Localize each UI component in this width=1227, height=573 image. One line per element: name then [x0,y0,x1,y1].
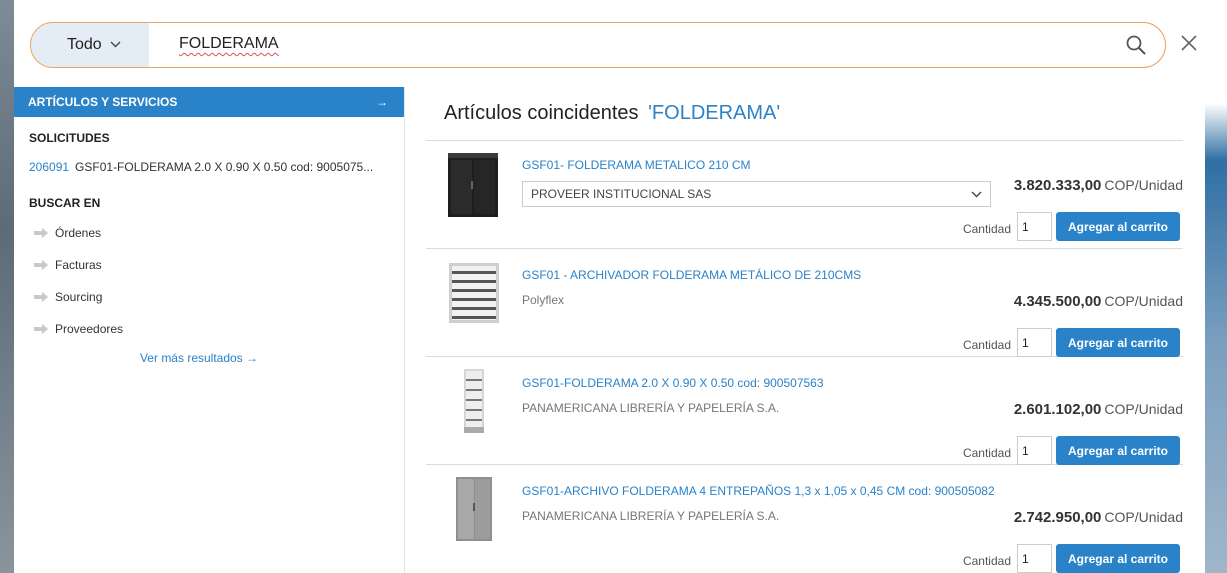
supplier-name: PANAMERICANA LIBRERÍA Y PAPELERÍA S.A. [522,509,780,523]
supplier-name: PANAMERICANA LIBRERÍA Y PAPELERÍA S.A. [522,401,780,415]
result-item: GSF01 - ARCHIVADOR FOLDERAMA METÁLICO DE… [426,249,1183,357]
results-title: Artículos coincidentes 'FOLDERAMA' [444,102,1183,125]
item-title-link[interactable]: GSF01- FOLDERAMA METALICO 210 CM [522,158,751,172]
solicitud-id-link[interactable]: 206091 [29,160,69,174]
buscar-en-title: BUSCAR EN [29,196,101,210]
solicitud-item[interactable]: 206091 GSF01-FOLDERAMA 2.0 X 0.90 X 0.50 … [14,160,390,174]
quantity-label: Cantidad [962,554,1011,568]
quantity-input[interactable]: 1 [1017,212,1052,241]
price-unit: COP/Unidad [1104,293,1183,309]
quantity-input[interactable]: 1 [1017,544,1052,573]
result-item: GSF01- FOLDERAMA METALICO 210 CM PROVEER… [426,141,1183,249]
left-sidebar: ARTÍCULOS Y SERVICIOS → SOLICITUDES 2060… [14,87,405,573]
search-bar: Todo FOLDERAMA [30,22,1166,68]
add-to-cart-button[interactable]: Agregar al carrito [1056,328,1180,357]
price-amount: 2.601.102,00 [1013,401,1102,418]
search-input[interactable]: FOLDERAMA [179,35,279,53]
supplier-select[interactable]: PROVEER INSTITUCIONAL SAS [522,181,991,207]
more-results-link[interactable]: Ver más resultados → [14,351,404,365]
product-image-shelf-unit[interactable] [444,367,502,435]
supplier-name: Polyflex [522,293,565,307]
product-image-shelving[interactable] [444,259,502,327]
background-right [1205,0,1227,573]
solicitudes-title: SOLICITUDES [29,131,110,145]
price-unit: COP/Unidad [1104,509,1183,525]
chevron-down-icon [971,191,982,197]
results-area: Artículos coincidentes 'FOLDERAMA' GSF01… [426,87,1183,573]
arrow-right-icon [34,228,48,238]
item-title-link[interactable]: GSF01 - ARCHIVADOR FOLDERAMA METÁLICO DE… [522,268,861,282]
buscar-item-proveedores[interactable]: Proveedores [14,313,404,345]
price-amount: 3.820.333,00 [1013,177,1102,194]
results-query: 'FOLDERAMA' [648,102,781,124]
articles-services-label: ARTÍCULOS Y SERVICIOS [28,95,178,109]
buscar-en-list: Órdenes Facturas Sourcing Proveedores [14,217,404,345]
arrow-right-icon [34,292,48,302]
result-item: GSF01-ARCHIVO FOLDERAMA 4 ENTREPAÑOS 1,3… [426,465,1183,573]
price-unit: COP/Unidad [1104,401,1183,417]
product-image-cabinet[interactable] [444,151,502,219]
quantity-label: Cantidad [962,222,1011,236]
buscar-item-label: Órdenes [55,226,102,240]
buscar-item-ordenes[interactable]: Órdenes [14,217,404,249]
item-price: 4.345.500,00 COP/Unidad [1014,293,1183,310]
quantity-label: Cantidad [962,338,1011,352]
chevron-down-icon [110,39,121,51]
close-icon[interactable] [1181,35,1197,51]
quantity-label: Cantidad [962,446,1011,460]
quantity-input[interactable]: 1 [1017,328,1052,357]
quantity-input[interactable]: 1 [1017,436,1052,465]
price-unit: COP/Unidad [1104,177,1183,193]
item-price: 2.601.102,00 COP/Unidad [1014,401,1183,418]
result-item: GSF01-FOLDERAMA 2.0 X 0.90 X 0.50 cod: 9… [426,357,1183,465]
buscar-item-label: Facturas [55,258,102,272]
product-image-archive-cabinet[interactable] [444,475,502,543]
arrow-right-icon: → [376,95,388,109]
add-to-cart-button[interactable]: Agregar al carrito [1056,544,1180,573]
item-price: 3.820.333,00 COP/Unidad [1014,177,1183,194]
background-left [0,0,14,573]
search-icon[interactable] [1125,34,1147,56]
buscar-item-label: Proveedores [55,322,124,336]
arrow-right-icon [34,260,48,270]
add-to-cart-button[interactable]: Agregar al carrito [1056,212,1180,241]
search-scope-dropdown[interactable]: Todo [31,23,149,67]
price-amount: 4.345.500,00 [1013,293,1102,310]
results-title-label: Artículos coincidentes [444,102,639,124]
item-title-link[interactable]: GSF01-FOLDERAMA 2.0 X 0.90 X 0.50 cod: 9… [522,376,824,390]
solicitud-text: GSF01-FOLDERAMA 2.0 X 0.90 X 0.50 cod: 9… [75,160,374,174]
arrow-right-icon [34,324,48,334]
supplier-select-value: PROVEER INSTITUCIONAL SAS [531,187,712,201]
price-amount: 2.742.950,00 [1013,509,1102,526]
search-results-panel: Todo FOLDERAMA ARTÍCULOS Y SERVICIOS → S… [14,0,1205,573]
search-scope-label: Todo [67,36,102,53]
buscar-item-facturas[interactable]: Facturas [14,249,404,281]
articles-services-header[interactable]: ARTÍCULOS Y SERVICIOS → [14,87,404,117]
item-price: 2.742.950,00 COP/Unidad [1014,509,1183,526]
buscar-item-sourcing[interactable]: Sourcing [14,281,404,313]
buscar-item-label: Sourcing [55,290,103,304]
item-title-link[interactable]: GSF01-ARCHIVO FOLDERAMA 4 ENTREPAÑOS 1,3… [522,484,995,498]
add-to-cart-button[interactable]: Agregar al carrito [1056,436,1180,465]
